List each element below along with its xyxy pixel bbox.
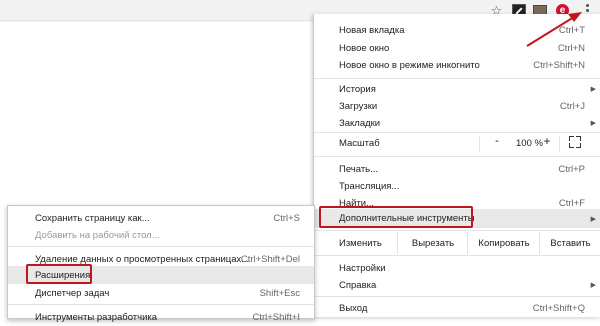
red-arrow-icon — [526, 12, 582, 47]
